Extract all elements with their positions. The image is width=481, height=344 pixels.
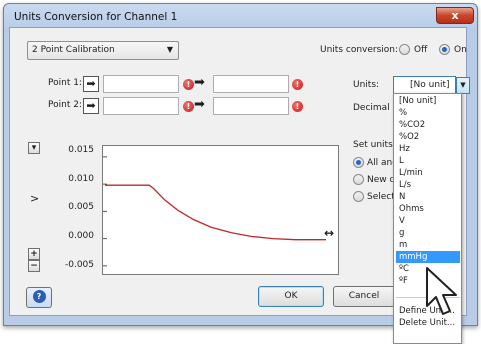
ok-button[interactable]: OK bbox=[258, 286, 324, 307]
cancel-button[interactable]: Cancel bbox=[333, 286, 395, 307]
help-button[interactable]: ? bbox=[26, 287, 52, 308]
calibration-graph[interactable] bbox=[102, 145, 339, 275]
point-1-label: Point 1: bbox=[48, 78, 82, 88]
set-units-option-radio[interactable] bbox=[353, 191, 364, 202]
units-option[interactable]: mmHg bbox=[396, 251, 460, 263]
zoom-out-button[interactable]: − bbox=[28, 260, 40, 272]
units-conversion-on-radio[interactable] bbox=[439, 44, 450, 55]
set-units-label: Set units bbox=[353, 140, 393, 150]
units-label: Units: bbox=[353, 80, 380, 90]
help-icon: ? bbox=[32, 290, 46, 303]
window-title: Units Conversion for Channel 1 bbox=[14, 11, 178, 23]
units-conversion-label: Units conversion: bbox=[320, 45, 399, 55]
y-tick-label: 0.005 bbox=[68, 202, 94, 212]
point-2-value-input[interactable] bbox=[103, 97, 179, 115]
set-units-option-label: New d bbox=[367, 175, 396, 185]
units-option[interactable]: Ohms bbox=[396, 203, 460, 215]
y-tick-label: 0.015 bbox=[68, 145, 94, 155]
units-option[interactable]: L/min bbox=[396, 167, 460, 179]
calibration-mode-value: 2 Point Calibration bbox=[32, 45, 115, 55]
arrow-right-icon: ➡ bbox=[194, 97, 205, 112]
error-icon: ! bbox=[183, 101, 194, 112]
units-option[interactable]: L bbox=[396, 155, 460, 167]
point-1-capture-button[interactable]: ➡ bbox=[83, 76, 99, 92]
y-tick-label: -0.005 bbox=[64, 260, 94, 270]
units-option[interactable]: %O2 bbox=[396, 131, 460, 143]
point-2-capture-button[interactable]: ➡ bbox=[83, 98, 99, 114]
set-units-option-radio[interactable] bbox=[353, 174, 364, 185]
units-option[interactable]: % bbox=[396, 107, 460, 119]
zoom-in-button[interactable]: + bbox=[28, 248, 40, 260]
mouse-cursor-icon bbox=[426, 267, 457, 315]
units-option[interactable]: L/s bbox=[396, 179, 460, 191]
point-1-value-input[interactable] bbox=[103, 75, 179, 93]
set-units-option-label: Select bbox=[367, 192, 395, 202]
error-icon: ! bbox=[292, 79, 303, 90]
units-option[interactable]: m bbox=[396, 239, 460, 251]
units-option[interactable]: N bbox=[396, 191, 460, 203]
calibration-mode-select[interactable]: 2 Point Calibration ▼ bbox=[27, 41, 179, 60]
units-option[interactable]: [No unit] bbox=[396, 95, 460, 107]
cursor-drag-icon: ↔ bbox=[324, 226, 335, 240]
point-1-unit-input[interactable] bbox=[213, 75, 289, 93]
units-option[interactable]: %CO2 bbox=[396, 119, 460, 131]
point-2-label: Point 2: bbox=[48, 100, 82, 110]
units-option[interactable]: V bbox=[396, 215, 460, 227]
error-icon: ! bbox=[183, 79, 194, 90]
delete-unit-action[interactable]: Delete Unit... bbox=[396, 317, 460, 329]
y-axis-menu-button[interactable]: ▾ bbox=[28, 142, 40, 154]
arrow-right-icon: ➡ bbox=[86, 99, 96, 112]
point-2-unit-input[interactable] bbox=[213, 97, 289, 115]
error-icon: ! bbox=[292, 101, 303, 112]
y-axis-scroll-arrow[interactable]: > bbox=[30, 192, 39, 205]
y-tick-label: 0.000 bbox=[68, 231, 94, 241]
units-conversion-off-label: Off bbox=[414, 45, 428, 55]
decimal-places-label: Decimal p bbox=[353, 103, 399, 113]
calibration-trace bbox=[105, 184, 326, 241]
close-button[interactable]: x bbox=[436, 7, 474, 24]
units-option[interactable]: g bbox=[396, 227, 460, 239]
chevron-down-icon: ▼ bbox=[166, 45, 173, 54]
units-conversion-off-radio[interactable] bbox=[399, 44, 410, 55]
set-units-option-radio[interactable] bbox=[353, 157, 364, 168]
units-conversion-on-label: On bbox=[454, 45, 467, 55]
y-tick-label: 0.010 bbox=[68, 174, 94, 184]
arrow-right-icon: ➡ bbox=[86, 77, 96, 90]
units-dropdown-button[interactable]: ▼ bbox=[456, 77, 470, 94]
arrow-right-icon: ➡ bbox=[194, 75, 205, 90]
calibration-graph-svg bbox=[103, 156, 326, 267]
units-select-value: [No unit] bbox=[410, 80, 450, 90]
units-option[interactable]: Hz bbox=[396, 143, 460, 155]
